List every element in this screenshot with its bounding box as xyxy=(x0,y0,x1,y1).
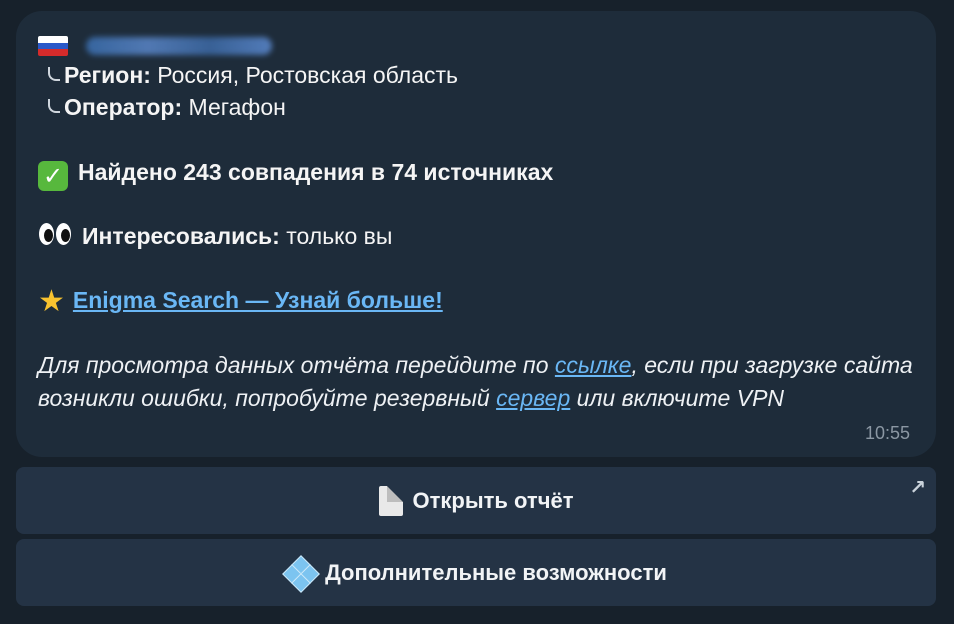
eyes-icon xyxy=(38,221,72,249)
region-value: Россия, Ростовская область xyxy=(150,62,458,88)
check-mark-icon: ✓ xyxy=(38,161,68,191)
promo-link[interactable]: Enigma Search — Узнай больше! xyxy=(73,287,443,313)
document-icon xyxy=(378,485,403,516)
note-part: Для просмотра данных отчёта перейдите по xyxy=(38,352,555,378)
interested-label: Интересовались: xyxy=(82,223,280,249)
interested-line: Интересовались: только вы xyxy=(38,220,392,252)
found-text: Найдено 243 совпадения в 74 источниках xyxy=(78,159,554,185)
diamonds-icon xyxy=(282,554,321,593)
tree-branch-icon xyxy=(48,99,60,113)
operator-value: Мегафон xyxy=(182,94,286,120)
external-link-arrow-icon: ↗ xyxy=(909,475,926,499)
message-bubble: Регион: Россия, Ростовская область Опера… xyxy=(16,11,936,457)
star-icon: ★ xyxy=(38,284,65,319)
open-report-button[interactable]: Открыть отчёт ↗ xyxy=(16,467,936,534)
open-report-label: Открыть отчёт xyxy=(412,487,574,513)
note-text: Для просмотра данных отчёта перейдите по… xyxy=(38,349,928,415)
note-part: или включите VPN xyxy=(570,385,785,411)
promo-line: ★ Enigma Search — Узнай больше! xyxy=(38,284,443,318)
region-label: Регион: xyxy=(64,62,151,88)
operator-label: Оператор: xyxy=(64,94,183,120)
tree-branch-icon xyxy=(48,67,60,81)
interested-value: только вы xyxy=(279,223,393,249)
phone-number-blurred xyxy=(86,36,273,55)
message-time: 10:55 xyxy=(864,423,910,443)
backup-server-link[interactable]: сервер xyxy=(496,385,570,411)
report-link[interactable]: ссылке xyxy=(555,352,632,378)
russia-flag-icon xyxy=(38,35,68,56)
phone-line xyxy=(38,28,273,60)
found-line: ✓ Найдено 243 совпадения в 74 источниках xyxy=(38,156,553,191)
more-features-label: Дополнительные возможности xyxy=(325,559,667,585)
more-features-button[interactable]: Дополнительные возможности xyxy=(16,539,936,606)
region-line: Регион: Россия, Ростовская область xyxy=(38,59,458,91)
operator-line: Оператор: Мегафон xyxy=(38,91,286,123)
